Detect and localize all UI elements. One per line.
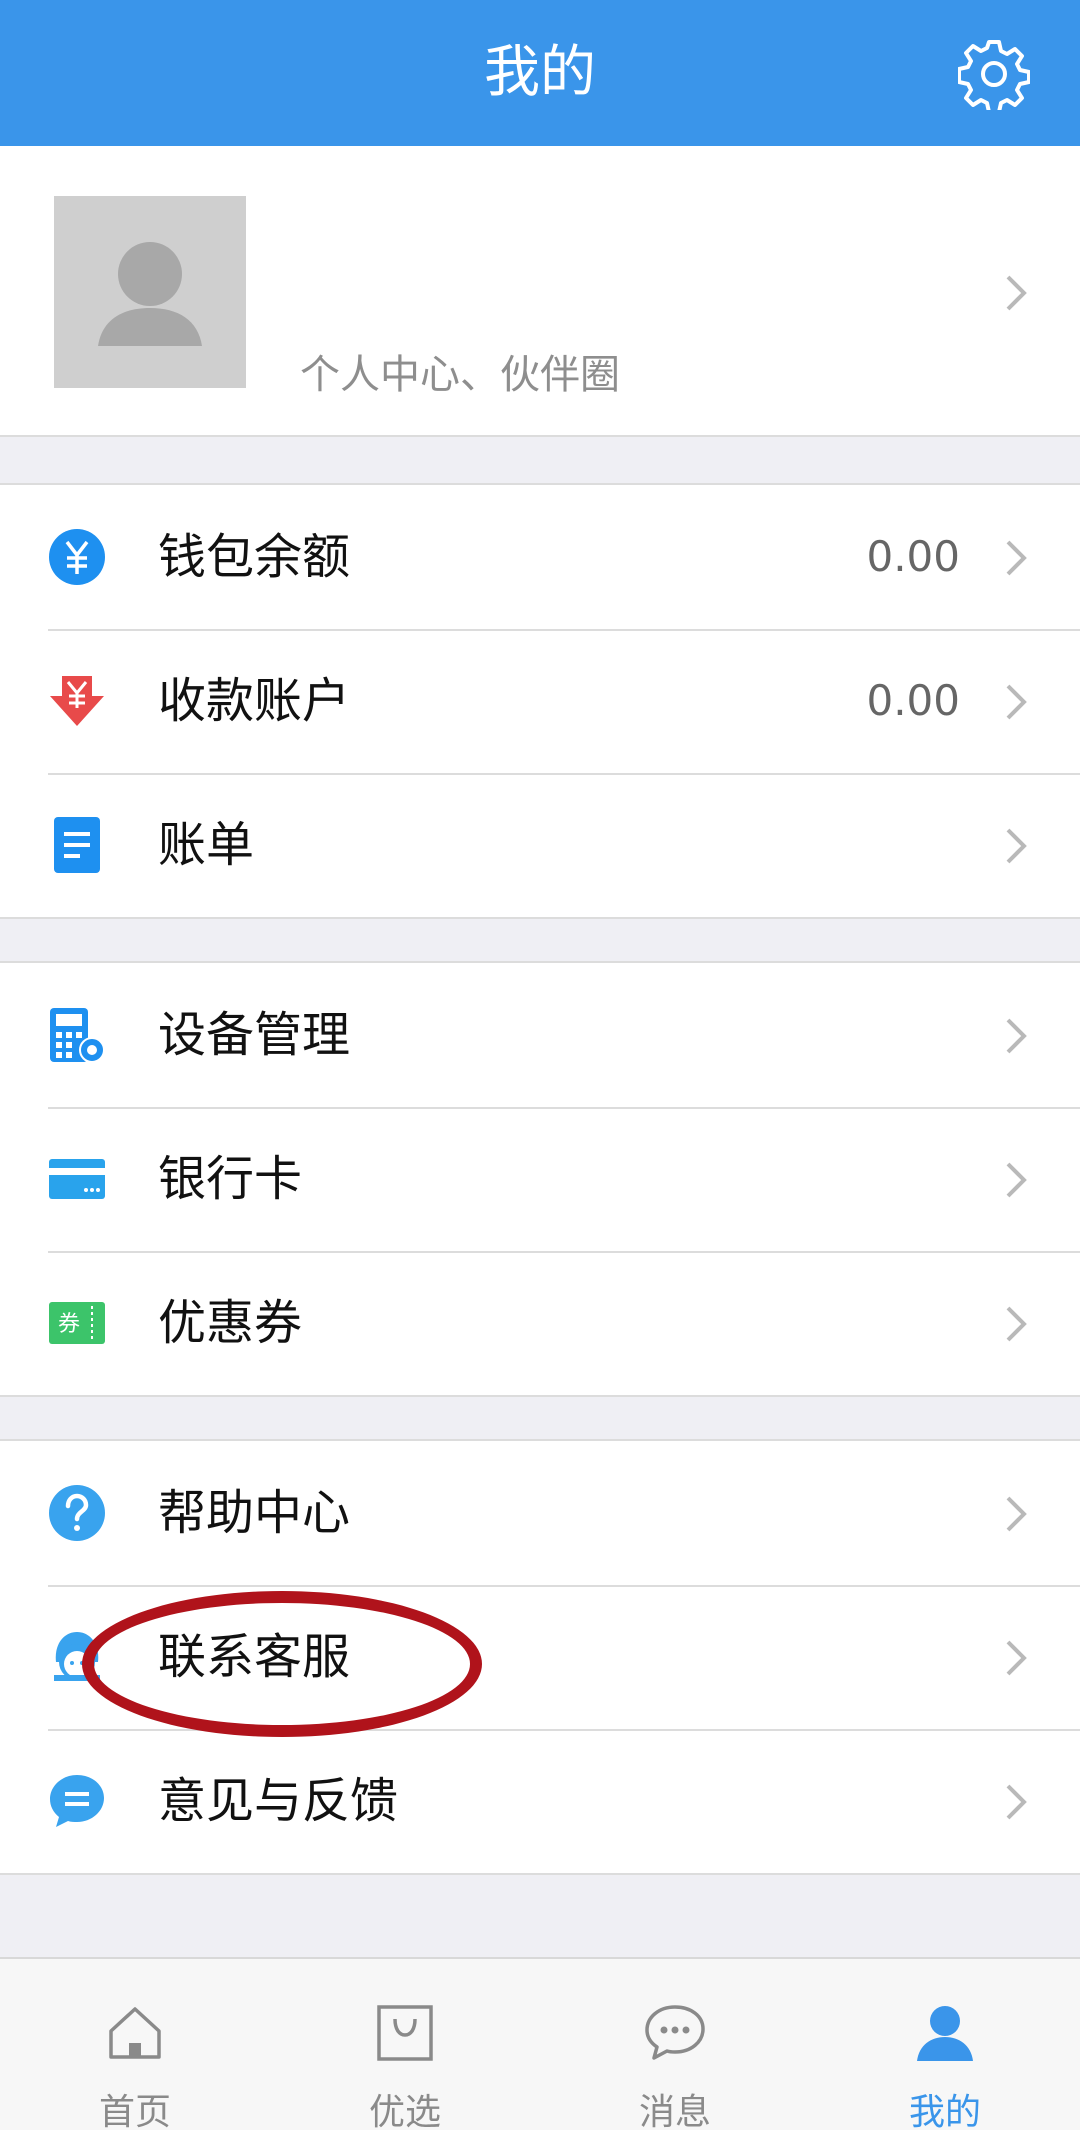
app-header: 我的 [0,0,1080,146]
chat-bubble-icon [645,2005,705,2060]
tab-label: 消息 [638,2092,711,2130]
tab-label: 我的 [908,2092,981,2130]
shopping-bag-icon [377,2005,433,2061]
chevron-right-icon [1006,1306,1027,1342]
customer-service-icon [54,1632,100,1681]
tab-label: 优选 [368,2092,441,2130]
feedback-row[interactable]: 意见与反馈 [0,1729,1080,1873]
chevron-right-icon [1006,1640,1027,1676]
row-label: 意见与反馈 [158,1773,399,1829]
bill-document-icon [54,817,100,873]
contact-support-row[interactable]: 联系客服 [0,1585,1080,1729]
profile-subtitle: 个人中心、伙伴圈 [300,352,620,398]
device-group: 设备管理 银行卡 券 优惠券 [0,961,1080,1397]
device-settings-icon [50,1008,105,1063]
chevron-right-icon [1006,540,1027,576]
bank-card-icon [49,1159,105,1199]
bank-card-row[interactable]: 银行卡 [0,1107,1080,1251]
receiving-account-row[interactable]: 收款账户 0.00 [0,629,1080,773]
wallet-group: 钱包余额 0.00 收款账户 0.00 账单 [0,483,1080,919]
chevron-right-icon [1006,1496,1027,1532]
tab-mine[interactable]: 我的 [810,1959,1080,2130]
profile-card[interactable]: 个人中心、伙伴圈 [0,146,1080,437]
device-management-row[interactable]: 设备管理 [0,963,1080,1107]
chevron-right-icon [1006,1784,1027,1820]
row-label: 账单 [158,817,255,873]
wallet-balance-row[interactable]: 钱包余额 0.00 [0,485,1080,629]
tab-label: 首页 [98,2092,171,2130]
person-icon [917,2006,973,2061]
wallet-balance-value: 0.00 [866,532,960,581]
feedback-bubble-icon [50,1775,104,1827]
yuan-circle-icon [49,529,105,585]
row-label: 帮助中心 [158,1485,351,1541]
row-label: 优惠券 [158,1295,303,1351]
chevron-right-icon [1006,1018,1027,1054]
coupon-row[interactable]: 券 优惠券 [0,1251,1080,1395]
chevron-right-icon [1006,1162,1027,1198]
coupon-icon-text: 券 [58,1312,80,1337]
row-label: 钱包余额 [158,529,351,585]
page-title: 我的 [484,40,596,105]
gear-icon[interactable] [958,38,1030,110]
row-label: 联系客服 [158,1629,351,1685]
row-label: 收款账户 [158,673,351,729]
home-icon [109,2007,161,2059]
support-group: 帮助中心 联系客服 意见与反馈 [0,1439,1080,1875]
person-silhouette-icon [54,196,246,388]
bill-row[interactable]: 账单 [0,773,1080,917]
row-label: 银行卡 [158,1151,303,1207]
help-center-row[interactable]: 帮助中心 [0,1441,1080,1585]
chevron-right-icon [1006,828,1027,864]
tab-featured[interactable]: 优选 [270,1959,540,2130]
tab-messages[interactable]: 消息 [540,1959,810,2130]
question-circle-icon [49,1485,105,1541]
row-label: 设备管理 [158,1007,351,1063]
tab-home[interactable]: 首页 [0,1959,270,2130]
chevron-right-icon [1006,275,1027,311]
chevron-right-icon [1006,684,1027,720]
coupon-icon: 券 [49,1302,105,1344]
receiving-account-value: 0.00 [866,676,960,725]
yuan-download-icon [50,676,104,726]
bottom-tab-bar: 首页 优选 消息 我的 [0,1957,1080,2130]
